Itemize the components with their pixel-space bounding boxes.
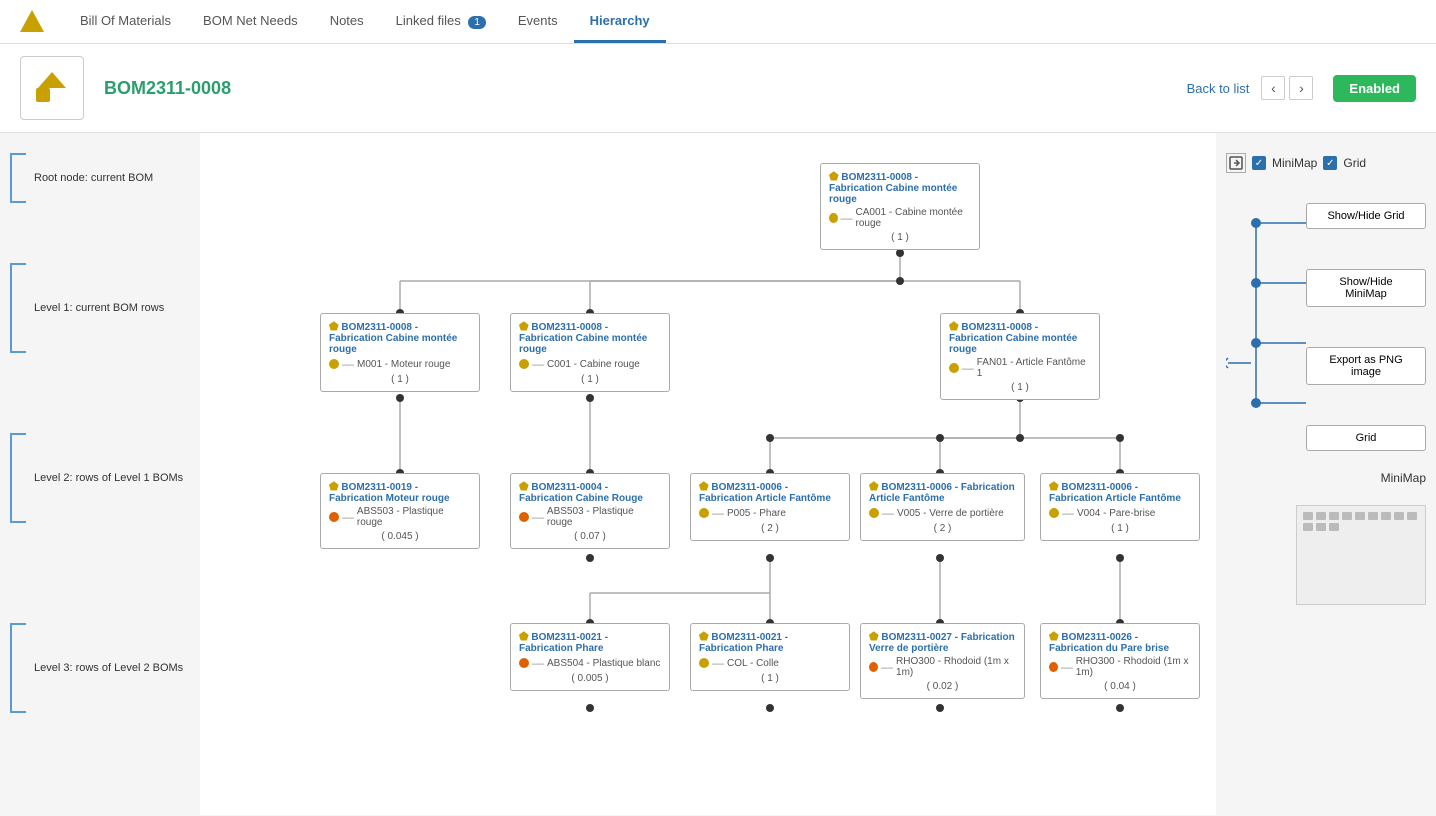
l2-1-bom-icon: ⬟ <box>329 481 339 493</box>
l1-2-item-icon <box>519 359 529 369</box>
l1-1-item-icon <box>329 359 339 369</box>
tab-bill-of-materials[interactable]: Bill Of Materials <box>64 1 187 43</box>
bom-header: BOM2311-0008 Back to list ‹ › Enabled <box>0 44 1436 133</box>
l3-2-item-icon <box>699 658 709 668</box>
legend-bracket-l3 <box>10 623 26 713</box>
l3-3-item-icon <box>869 662 878 672</box>
hierarchy-canvas[interactable]: ⬟ BOM2311-0008 - Fabrication Cabine mont… <box>200 133 1216 815</box>
show-hide-minimap-button[interactable]: Show/Hide MiniMap <box>1306 269 1426 307</box>
node-root-item: — CA001 - Cabine montée rouge <box>829 207 971 229</box>
grid-button[interactable]: Grid <box>1306 425 1426 451</box>
tab-linked-files[interactable]: Linked files 1 <box>380 1 502 43</box>
prev-button[interactable]: ‹ <box>1261 76 1285 100</box>
node-l3-3[interactable]: ⬟ BOM2311-0027 - Fabrication Verre de po… <box>860 623 1025 699</box>
legend-root: Root node: current BOM <box>10 153 190 203</box>
l1-1-bom-icon: ⬟ <box>329 321 339 333</box>
l3-1-bom-icon: ⬟ <box>519 631 529 643</box>
l2-3-bom-icon: ⬟ <box>699 481 709 493</box>
tab-hierarchy[interactable]: Hierarchy <box>574 1 666 43</box>
minimap-control: ✓ MiniMap <box>1252 156 1317 170</box>
right-controls: ✓ MiniMap ✓ Grid <box>1226 143 1426 605</box>
legend-l2: Level 2: rows of Level 1 BOMs <box>10 433 190 523</box>
node-root-header: ⬟ BOM2311-0008 - Fabrication Cabine mont… <box>829 170 971 205</box>
l3-4-bom-icon: ⬟ <box>1049 631 1059 643</box>
next-button[interactable]: › <box>1289 76 1313 100</box>
l2-2-item-icon <box>519 512 529 522</box>
show-hide-grid-button[interactable]: Show/Hide Grid <box>1306 203 1426 229</box>
node-l2-3[interactable]: ⬟ BOM2311-0006 - Fabrication Article Fan… <box>690 473 850 541</box>
l2-1-item-icon <box>329 512 339 522</box>
l1-3-item-icon <box>949 363 959 373</box>
l3-2-bom-icon: ⬟ <box>699 631 709 643</box>
l1-2-bom-icon: ⬟ <box>519 321 529 333</box>
status-badge: Enabled <box>1333 75 1416 102</box>
node-root-qty: ( 1 ) <box>829 232 971 243</box>
node-l1-1[interactable]: ⬟ BOM2311-0008 - Fabrication Cabine mont… <box>320 313 480 392</box>
l2-4-bom-icon: ⬟ <box>869 481 879 493</box>
l2-3-item-icon <box>699 508 709 518</box>
legend-l1: Level 1: current BOM rows <box>10 263 190 353</box>
legend-panel: Root node: current BOM Level 1: current … <box>0 133 200 815</box>
export-icon-btn[interactable] <box>1226 153 1246 173</box>
l1-3-bom-icon: ⬟ <box>949 321 959 333</box>
node-l2-1[interactable]: ⬟ BOM2311-0019 - Fabrication Moteur roug… <box>320 473 480 549</box>
node-l3-1[interactable]: ⬟ BOM2311-0021 - Fabrication Phare — ABS… <box>510 623 670 691</box>
node-l1-3[interactable]: ⬟ BOM2311-0008 - Fabrication Cabine mont… <box>940 313 1100 400</box>
back-to-list-link[interactable]: Back to list <box>1187 81 1250 96</box>
node-l2-5[interactable]: ⬟ BOM2311-0006 - Fabrication Article Fan… <box>1040 473 1200 541</box>
minimap-dots <box>1297 506 1425 537</box>
minimap-label: MiniMap <box>1272 156 1317 170</box>
tab-events[interactable]: Events <box>502 1 574 43</box>
minimap-container <box>1296 505 1426 605</box>
l3-1-item-icon <box>519 658 529 668</box>
l2-2-bom-icon: ⬟ <box>519 481 529 493</box>
legend-l3-label: Level 3: rows of Level 2 BOMs <box>34 661 183 675</box>
grid-control: ✓ Grid <box>1323 156 1366 170</box>
node-l3-4[interactable]: ⬟ BOM2311-0026 - Fabrication du Pare bri… <box>1040 623 1200 699</box>
legend-l2-label: Level 2: rows of Level 1 BOMs <box>34 471 183 485</box>
bom-title: BOM2311-0008 <box>104 78 625 99</box>
node-l1-2[interactable]: ⬟ BOM2311-0008 - Fabrication Cabine mont… <box>510 313 670 392</box>
legend-bracket-l2 <box>10 433 26 523</box>
node-l3-2[interactable]: ⬟ BOM2311-0021 - Fabrication Phare — COL… <box>690 623 850 691</box>
tab-notes[interactable]: Notes <box>314 1 380 43</box>
bom-icon-box <box>20 56 84 120</box>
grid-label: Grid <box>1343 156 1366 170</box>
main-content: Root node: current BOM Level 1: current … <box>0 133 1436 815</box>
minimap-checkbox[interactable]: ✓ <box>1252 156 1266 170</box>
linked-files-badge: 1 <box>468 16 486 29</box>
l3-3-bom-icon: ⬟ <box>869 631 879 643</box>
legend-bracket-root <box>10 153 26 203</box>
grid-checkbox[interactable]: ✓ <box>1323 156 1337 170</box>
export-png-button[interactable]: Export as PNG image <box>1306 347 1426 385</box>
l2-4-item-icon <box>869 508 879 518</box>
node-root[interactable]: ⬟ BOM2311-0008 - Fabrication Cabine mont… <box>820 163 980 250</box>
legend-l3: Level 3: rows of Level 2 BOMs <box>10 623 190 713</box>
right-panel: ✓ MiniMap ✓ Grid <box>1216 133 1436 815</box>
node-l2-4[interactable]: ⬟ BOM2311-0006 - Fabrication Article Fan… <box>860 473 1025 541</box>
l2-5-item-icon <box>1049 508 1059 518</box>
legend-bracket-l1 <box>10 263 26 353</box>
l3-4-item-icon <box>1049 662 1058 672</box>
minimap-section-label: MiniMap <box>1296 471 1426 485</box>
node-l2-2[interactable]: ⬟ BOM2311-0004 - Fabrication Cabine Roug… <box>510 473 670 549</box>
bom-icon: ⬟ <box>829 171 839 183</box>
legend-root-label: Root node: current BOM <box>34 171 153 185</box>
legend-l1-label: Level 1: current BOM rows <box>34 301 164 315</box>
l2-5-bom-icon: ⬟ <box>1049 481 1059 493</box>
nav-arrows: Back to list ‹ › <box>1187 76 1314 100</box>
app-logo <box>16 6 48 38</box>
item-icon <box>829 213 838 223</box>
top-navigation: Bill Of Materials BOM Net Needs Notes Li… <box>0 0 1436 44</box>
tab-bom-net-needs[interactable]: BOM Net Needs <box>187 1 314 43</box>
